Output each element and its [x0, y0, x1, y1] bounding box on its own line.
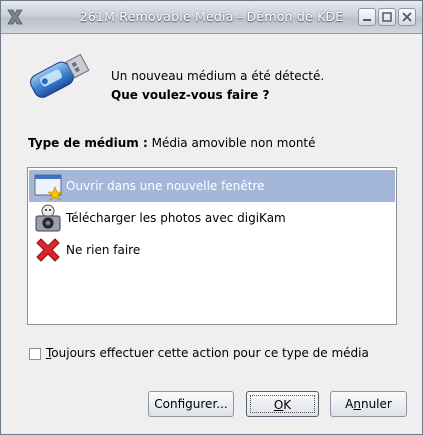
- always-do-label-text: oujours effectuer cette action pour ce t…: [51, 346, 369, 360]
- minimize-button[interactable]: [358, 8, 376, 26]
- dialog-content: Un nouveau médium a été détecté. Que vou…: [1, 34, 422, 434]
- ok-focus-frame: OK: [250, 395, 315, 413]
- usb-stick-icon: [30, 53, 90, 98]
- always-do-label[interactable]: Toujours effectuer cette action pour ce …: [46, 346, 369, 360]
- list-item-do-nothing[interactable]: Ne rien faire: [29, 234, 395, 266]
- list-item-label: Ouvrir dans une nouvelle fenêtre: [66, 179, 265, 193]
- media-type-label: Type de médium :: [28, 136, 148, 150]
- list-item-label: Télécharger les photos avec digiKam: [66, 211, 286, 225]
- ok-mnemonic: O: [273, 398, 284, 412]
- list-item-open-window[interactable]: Ouvrir dans une nouvelle fenêtre: [29, 170, 395, 202]
- media-type-row: Type de médium : Média amovible non mont…: [28, 136, 316, 150]
- configure-label: Configurer...: [154, 397, 228, 411]
- red-cross-icon: [36, 238, 60, 262]
- question-message: Que voulez-vous faire ?: [111, 88, 270, 102]
- maximize-button[interactable]: [378, 8, 396, 26]
- close-icon: [402, 12, 412, 22]
- minimize-icon: [363, 19, 371, 21]
- close-button[interactable]: [398, 8, 416, 26]
- maximize-icon: [382, 12, 392, 22]
- dialog-window: 261M Removable Media - Démon de KDE Un n…: [0, 0, 423, 435]
- folder-window-icon: [34, 174, 63, 201]
- list-item-digikam[interactable]: Télécharger les photos avec digiKam: [29, 202, 395, 234]
- camera-icon: [35, 204, 61, 232]
- title-bar[interactable]: 261M Removable Media - Démon de KDE: [1, 1, 422, 34]
- configure-button[interactable]: Configurer...: [148, 391, 234, 417]
- cancel-mnemonic: n: [353, 397, 361, 411]
- media-type-value: Média amovible non monté: [151, 136, 316, 150]
- list-item-label: Ne rien faire: [66, 243, 141, 257]
- always-do-checkbox[interactable]: [29, 348, 41, 360]
- ok-label: K: [283, 398, 292, 412]
- detected-message: Un nouveau médium a été détecté.: [111, 69, 325, 83]
- cancel-label-rest: nuler: [360, 397, 392, 411]
- actions-list[interactable]: Ouvrir dans une nouvelle fenêtre Télécha…: [27, 167, 397, 325]
- ok-button[interactable]: OK: [246, 391, 319, 417]
- cancel-button[interactable]: Annuler: [330, 391, 407, 417]
